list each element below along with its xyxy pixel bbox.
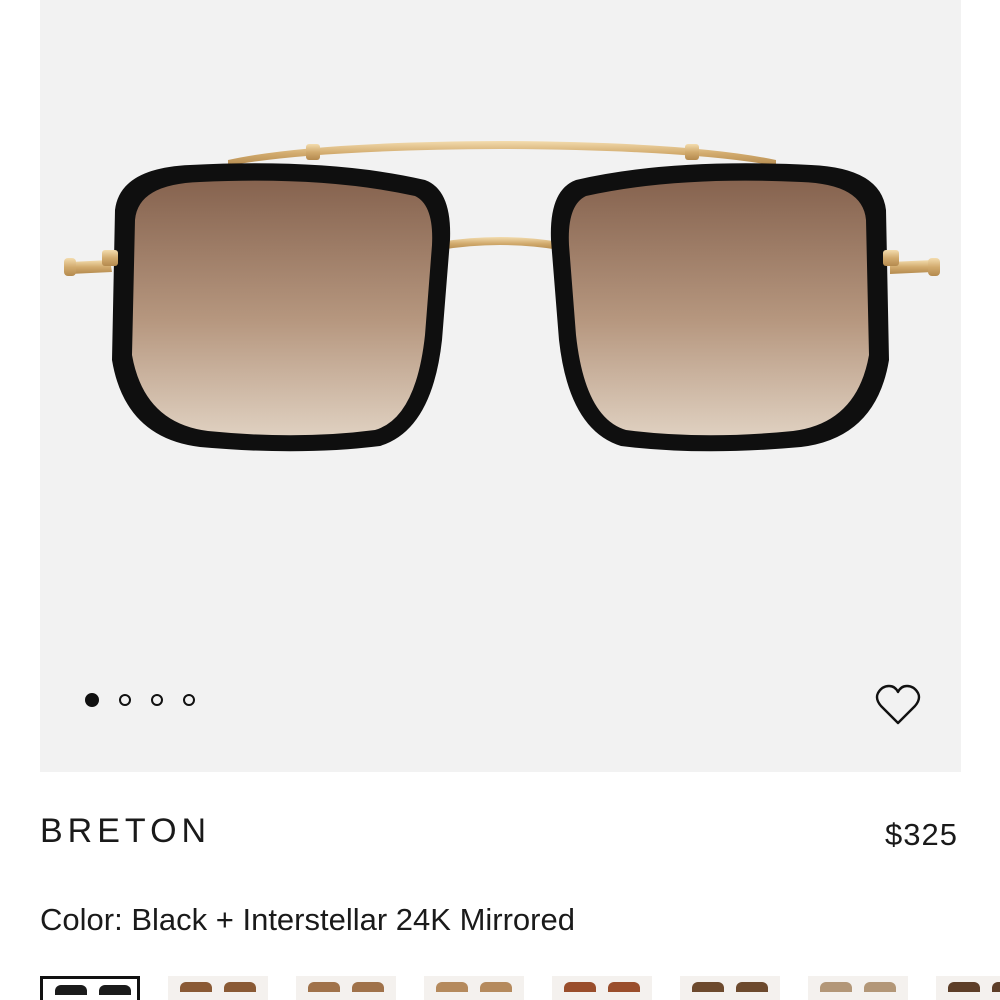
swatch-black-interstellar[interactable] xyxy=(40,976,140,1000)
swatch-tortoise-2[interactable] xyxy=(296,976,396,1000)
swatch-frame-thumbnail xyxy=(308,982,340,992)
swatch-frame-thumbnail xyxy=(608,982,640,992)
swatch-tortoise-3[interactable] xyxy=(424,976,524,1000)
swatch-frame-thumbnail xyxy=(224,982,256,992)
product-name: BRETON xyxy=(40,812,212,850)
swatch-frame-thumbnail xyxy=(564,982,596,992)
color-value: Black + Interstellar 24K Mirrored xyxy=(131,902,575,937)
swatch-tortoise-6[interactable] xyxy=(808,976,908,1000)
swatch-frame-thumbnail xyxy=(736,982,768,992)
sunglasses-image xyxy=(64,141,940,452)
swatch-frame-thumbnail xyxy=(99,985,131,995)
carousel-dot-3[interactable] xyxy=(151,694,163,706)
swatch-frame-thumbnail xyxy=(55,985,87,995)
swatch-frame-thumbnail xyxy=(992,982,1000,992)
swatch-tortoise-7[interactable] xyxy=(936,976,1000,1000)
carousel-dot-1[interactable] xyxy=(85,693,99,707)
swatch-frame-thumbnail xyxy=(180,982,212,992)
swatch-frame-thumbnail xyxy=(948,982,980,992)
swatch-frame-thumbnail xyxy=(436,982,468,992)
swatch-tortoise-1[interactable] xyxy=(168,976,268,1000)
swatch-frame-thumbnail xyxy=(352,982,384,992)
swatch-frame-thumbnail xyxy=(480,982,512,992)
swatch-tortoise-4[interactable] xyxy=(552,976,652,1000)
swatch-frame-thumbnail xyxy=(820,982,852,992)
swatch-frame-thumbnail xyxy=(864,982,896,992)
heart-outline-icon xyxy=(875,684,921,725)
swatch-frame-thumbnail xyxy=(692,982,724,992)
product-price: $325 xyxy=(885,817,958,852)
color-line: Color: Black + Interstellar 24K Mirrored xyxy=(40,902,575,938)
product-gallery[interactable] xyxy=(40,0,961,772)
color-label: Color: xyxy=(40,902,123,937)
wishlist-button[interactable] xyxy=(874,683,922,727)
carousel-dot-4[interactable] xyxy=(183,694,195,706)
carousel-dot-2[interactable] xyxy=(119,694,131,706)
color-swatches xyxy=(40,976,1000,1000)
swatch-tortoise-5[interactable] xyxy=(680,976,780,1000)
carousel-dots xyxy=(85,693,195,707)
